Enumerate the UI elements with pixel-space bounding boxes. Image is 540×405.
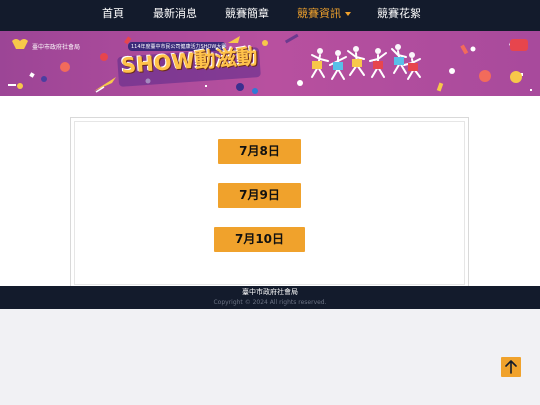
banner-artwork (0, 31, 540, 96)
top-navbar: 首頁 最新消息 競賽簡章 競賽資訊 競賽花絮 (0, 0, 540, 31)
nav-item-competition-info-label: 競賽資訊 (297, 7, 341, 20)
footer-copyright: Copyright © 2024 All rights reserved. (213, 299, 327, 306)
banner-org-name: 臺中市政府社會局 (32, 44, 81, 51)
nav-item-highlights[interactable]: 競賽花絮 (377, 4, 421, 24)
date-button-jul-8[interactable]: 7月8日 (218, 139, 301, 164)
nav-item-home[interactable]: 首頁 (102, 4, 124, 24)
nav-item-competition-info[interactable]: 競賽資訊 (297, 4, 351, 24)
caret-down-icon (345, 12, 351, 16)
back-to-top-button[interactable] (501, 357, 521, 377)
date-button-jul-9[interactable]: 7月9日 (218, 183, 301, 208)
nav-item-news[interactable]: 最新消息 (153, 4, 197, 24)
main-content: 7月8日 7月9日 7月10日 (0, 96, 540, 289)
event-banner: 臺中市政府社會局 114年度臺中市民公司健康活力SHOW大賽 SHOW動滋動 (0, 31, 540, 96)
footer-org-name: 臺中市政府社會局 (242, 288, 298, 296)
date-button-jul-10[interactable]: 7月10日 (214, 227, 305, 252)
page-footer: 臺中市政府社會局 Copyright © 2024 All rights res… (0, 286, 540, 309)
date-selection-panel: 7月8日 7月9日 7月10日 (70, 117, 469, 289)
nav-item-rules[interactable]: 競賽簡章 (225, 4, 269, 24)
arrow-up-icon (505, 360, 517, 374)
